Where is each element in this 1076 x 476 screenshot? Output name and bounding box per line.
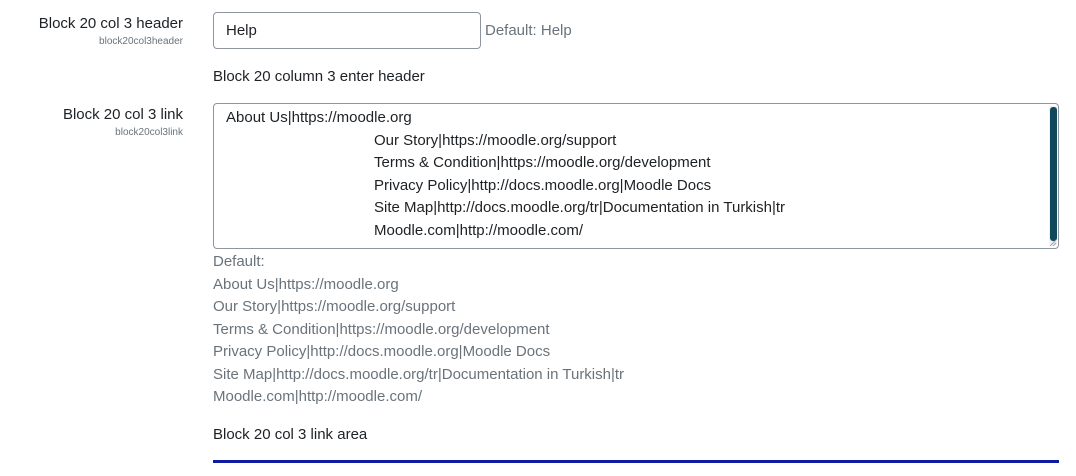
default-line: Moodle.com|http://moodle.com/ — [213, 388, 422, 405]
textarea-line: Terms & Condition|https://moodle.org/dev… — [374, 154, 711, 171]
setting-row-link: Block 20 col 3 link block20col3link Abou… — [0, 0, 1076, 476]
textarea-line: Moodle.com|http://moodle.com/ — [374, 222, 583, 239]
default-line: Privacy Policy|http://docs.moodle.org|Mo… — [213, 343, 551, 360]
section-divider — [213, 460, 1059, 463]
resize-grip-icon[interactable] — [1049, 239, 1057, 247]
default-line: Our Story|https://moodle.org/support — [213, 298, 456, 315]
default-label: Default: — [213, 253, 265, 270]
setting-description: Block 20 col 3 link area — [213, 426, 368, 443]
setting-title: Block 20 col 3 link — [62, 106, 183, 123]
default-line: Terms & Condition|https://moodle.org/dev… — [213, 320, 550, 338]
textarea-line: Site Map|http://docs.moodle.org/tr|Docum… — [374, 199, 786, 216]
setting-key: block20col3link — [115, 127, 183, 138]
default-line: About Us|https://moodle.org — [213, 275, 399, 293]
textarea-scrollbar-thumb[interactable] — [1050, 107, 1057, 241]
default-line: Site Map|http://docs.moodle.org/tr|Docum… — [213, 365, 625, 383]
default-values: Default: About Us|https://moodle.org Our… — [213, 251, 624, 409]
textarea-line: Our Story|https://moodle.org/support — [374, 132, 617, 149]
link-textarea[interactable]: About Us|https://moodle.org Our Story|ht… — [213, 103, 1059, 249]
textarea-line: Privacy Policy|http://docs.moodle.org|Mo… — [374, 177, 712, 194]
textarea-line: About Us|https://moodle.org — [226, 109, 412, 126]
setting-label: Block 20 col 3 link block20col3link — [0, 105, 183, 140]
